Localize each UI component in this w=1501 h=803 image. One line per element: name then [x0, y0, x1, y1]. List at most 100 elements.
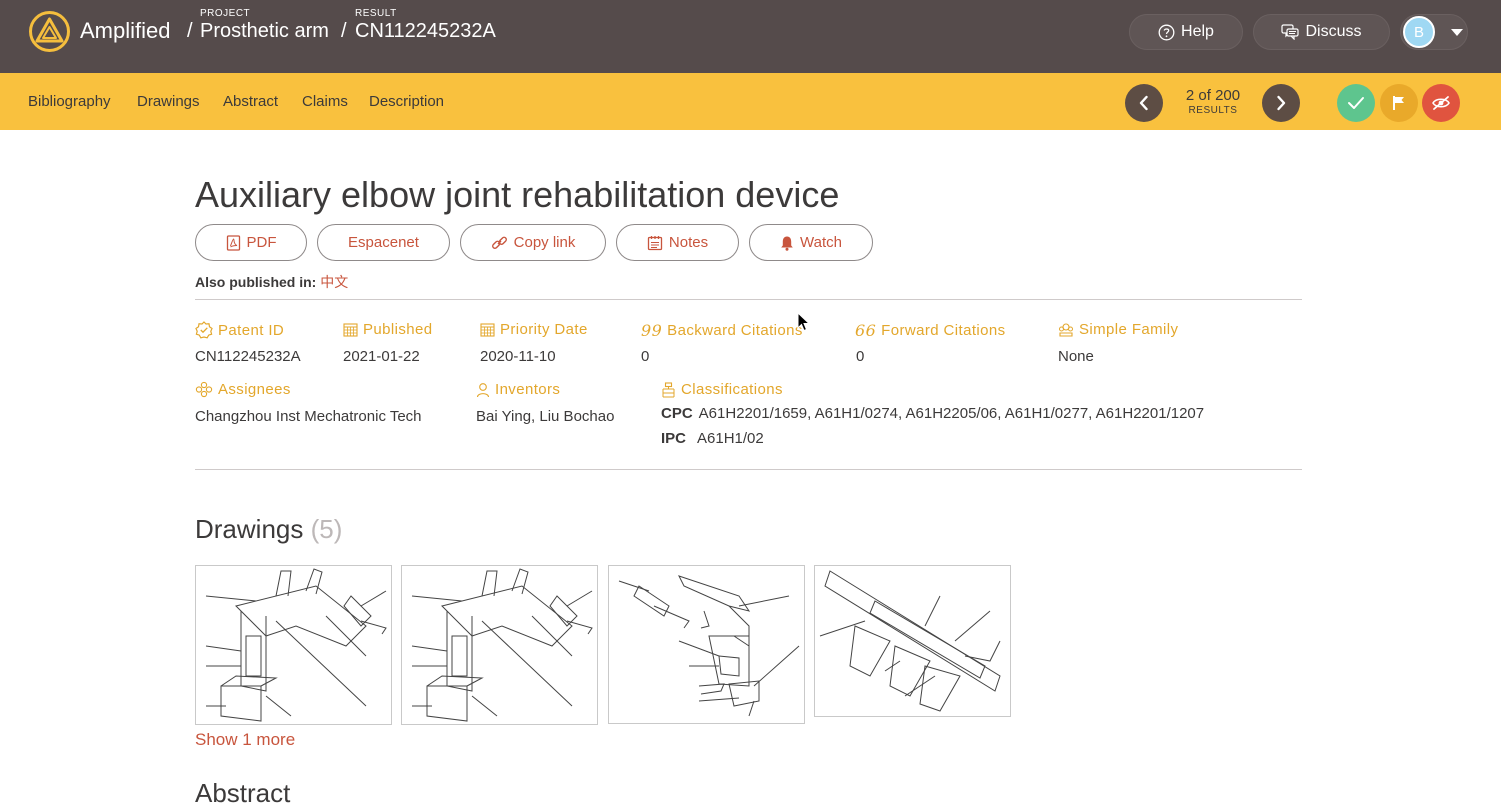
help-button[interactable]: Help [1129, 14, 1243, 50]
family-group-icon [1059, 323, 1073, 337]
published-label: Published [363, 321, 433, 338]
calendar-icon [343, 323, 358, 337]
drawing-sketch [205, 568, 387, 722]
inventors-field-label: Inventors [476, 381, 560, 398]
notepad-icon [647, 235, 663, 250]
divider [195, 469, 1302, 470]
ipc-value: A61H1/02 [697, 430, 764, 447]
backward-citations-value: 0 [641, 348, 650, 365]
result-count-caption: RESULTS [1188, 105, 1238, 116]
tab-bibliography[interactable]: Bibliography [28, 93, 111, 110]
tab-description[interactable]: Description [369, 93, 444, 110]
priority-date-label: Priority Date [500, 321, 588, 338]
espacenet-button[interactable]: Espacenet [317, 224, 450, 261]
breadcrumb-result: RESULT CN112245232A [355, 8, 496, 43]
help-label: Help [1181, 23, 1214, 40]
chat-bubbles-icon [1281, 24, 1300, 40]
also-published-in: Also published in: 中文 [195, 272, 348, 292]
patent-id-label: Patent ID [218, 321, 285, 339]
simple-family-value: None [1058, 348, 1094, 365]
show-more-drawings-link[interactable]: Show 1 more [195, 730, 295, 750]
inventors-value: Bai Ying, Liu Bochao [476, 408, 615, 425]
classifications-field-label: Classifications [661, 381, 783, 398]
espacenet-label: Espacenet [348, 234, 419, 251]
drawing-thumbnail[interactable] [608, 565, 805, 724]
assignees-label: Assignees [218, 381, 291, 398]
forward-citations-label: Forward Citations [881, 322, 1006, 339]
simple-family-field-label: Simple Family [1058, 321, 1178, 338]
brand-name[interactable]: Amplified [80, 18, 170, 44]
discuss-button[interactable]: Discuss [1253, 14, 1390, 50]
backward-citations-field-label: 99 Backward Citations [641, 321, 803, 340]
hide-button[interactable] [1422, 84, 1460, 122]
also-published-link[interactable]: 中文 [320, 274, 348, 290]
drawings-count: (5) [310, 514, 343, 544]
forward-citations-field-label: 66 Forward Citations [855, 321, 1006, 340]
person-icon [476, 382, 490, 397]
amplified-logo-icon[interactable] [28, 10, 71, 53]
forward-citations-value: 0 [856, 348, 865, 365]
tab-drawings[interactable]: Drawings [137, 93, 200, 110]
chevron-down-icon[interactable] [1451, 28, 1463, 36]
chevron-left-icon [1139, 95, 1148, 111]
ipc-classification: IPC A61H1/02 [661, 430, 764, 447]
published-value: 2021-01-22 [343, 348, 420, 365]
previous-result-button[interactable] [1125, 84, 1163, 122]
drawing-sketch [411, 568, 593, 722]
assignees-value: Changzhou Inst Mechatronic Tech [195, 408, 422, 425]
project-caption: PROJECT [200, 8, 251, 19]
ipc-label: IPC [661, 430, 687, 447]
cpc-label: CPC [661, 405, 693, 422]
simple-family-label: Simple Family [1079, 321, 1179, 338]
section-tab-bar: Bibliography Drawings Abstract Claims De… [0, 73, 1501, 130]
verified-badge-icon [195, 321, 213, 339]
drawing-thumbnail[interactable] [195, 565, 392, 725]
notes-button[interactable]: Notes [616, 224, 739, 261]
user-menu[interactable]: B [1400, 14, 1468, 50]
bell-icon [781, 236, 793, 251]
link-icon [491, 236, 507, 249]
divider [195, 299, 1302, 300]
also-published-label: Also published in: [195, 274, 317, 290]
closing-quote-icon: 99 [641, 321, 663, 340]
priority-date-value: 2020-11-10 [480, 348, 556, 365]
breadcrumb-separator: / [187, 20, 193, 42]
inventors-label: Inventors [495, 381, 561, 398]
project-name[interactable]: Prosthetic arm [200, 20, 329, 43]
copy-link-label: Copy link [513, 234, 576, 251]
breadcrumb-project[interactable]: PROJECT Prosthetic arm [200, 8, 329, 43]
abstract-heading: Abstract [195, 778, 291, 803]
copy-link-button[interactable]: Copy link [460, 224, 606, 261]
tab-abstract[interactable]: Abstract [223, 93, 278, 110]
result-id: CN112245232A [355, 20, 496, 42]
hierarchy-icon [662, 381, 675, 397]
cpc-value: A61H2201/1659, A61H1/0274, A61H2205/06, … [698, 405, 1205, 422]
classifications-label: Classifications [681, 381, 783, 398]
pdf-file-icon [226, 234, 240, 251]
watch-button[interactable]: Watch [749, 224, 873, 261]
chevron-right-icon [1277, 95, 1286, 111]
approve-button[interactable] [1337, 84, 1375, 122]
backward-citations-label: Backward Citations [667, 322, 803, 339]
pdf-button[interactable]: PDF [195, 224, 307, 261]
opening-quote-icon: 66 [855, 321, 877, 340]
watch-label: Watch [800, 234, 842, 251]
drawing-thumbnail[interactable] [401, 565, 598, 725]
notes-label: Notes [668, 234, 709, 251]
drawing-thumbnail[interactable] [814, 565, 1011, 717]
flag-button[interactable] [1380, 84, 1418, 122]
flag-icon [1393, 96, 1404, 110]
eye-slash-icon [1432, 96, 1450, 110]
question-circle-icon [1158, 24, 1175, 40]
top-bar: Amplified / PROJECT Prosthetic arm / RES… [0, 0, 1501, 73]
cpc-classification: CPC A61H2201/1659, A61H1/0274, A61H2205/0… [661, 405, 1204, 422]
tab-claims[interactable]: Claims [302, 93, 348, 110]
result-count: 2 of 200 [1185, 87, 1241, 104]
drawing-sketch [618, 575, 800, 717]
result-counter: 2 of 200 RESULTS [1178, 87, 1248, 116]
avatar[interactable]: B [1403, 16, 1435, 48]
pdf-label: PDF [246, 234, 277, 251]
mouse-cursor-icon [797, 312, 811, 332]
next-result-button[interactable] [1262, 84, 1300, 122]
breadcrumb-separator: / [341, 20, 347, 42]
